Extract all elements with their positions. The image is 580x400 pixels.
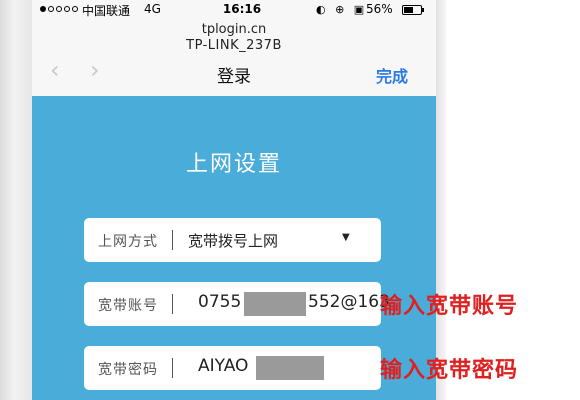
field-divider: [172, 230, 173, 250]
phone-bezel-right: [436, 0, 446, 400]
dropdown-arrow-icon[interactable]: ▼: [342, 232, 350, 243]
password-field[interactable]: 宽带密码 AIYAO: [84, 346, 381, 390]
account-field[interactable]: 宽带账号 0755 552@163: [84, 282, 390, 326]
field-divider: [172, 294, 173, 314]
battery-level: [404, 7, 413, 13]
nav-title: 登录: [217, 67, 251, 87]
battery-icon: [402, 5, 424, 15]
status-bar: 中国联通 4G 16:16 ◐ ⊕ ▣ 56%: [32, 0, 436, 20]
connection-type-value: 宽带拨号上网: [188, 232, 279, 250]
address-bar-url[interactable]: tplogin.cn: [32, 22, 436, 37]
password-annotation: 输入宽带密码: [380, 358, 519, 383]
account-annotation: 输入宽带账号: [380, 294, 519, 319]
phone-screen: 中国联通 4G 16:16 ◐ ⊕ ▣ 56% tplogin.cn TP-LI…: [32, 0, 436, 400]
account-label: 宽带账号: [98, 298, 158, 314]
back-icon[interactable]: ‹: [50, 56, 60, 84]
forward-icon[interactable]: ›: [90, 56, 100, 84]
settings-title: 上网设置: [185, 152, 282, 177]
carrier-name: 中国联通: [82, 4, 131, 18]
password-label: 宽带密码: [98, 362, 158, 378]
done-button[interactable]: 完成: [376, 63, 408, 87]
status-indicator-icons: ◐ ⊕ ▣: [316, 3, 368, 16]
settings-panel: 上网设置 上网方式 宽带拨号上网 ▼ 宽带账号 0755 552@163 宽带密…: [32, 96, 436, 400]
password-value-start: AIYAO: [198, 356, 249, 376]
field-divider: [172, 358, 173, 378]
battery-percentage: 56%: [366, 2, 393, 16]
network-type: 4G: [144, 2, 161, 16]
connection-type-select[interactable]: 上网方式 宽带拨号上网 ▼: [84, 218, 381, 262]
account-value-start: 0755: [198, 292, 242, 312]
account-redaction: [244, 292, 306, 316]
phone-bezel-left: [0, 0, 32, 400]
page-margin-right: [436, 0, 580, 400]
page-heading: TP-LINK_237B: [186, 38, 282, 53]
password-redaction: [256, 356, 324, 380]
account-value-end: 552@163: [308, 292, 390, 312]
signal-strength-icon: [40, 6, 78, 12]
status-time: 16:16: [222, 2, 262, 16]
connection-type-label: 上网方式: [98, 234, 158, 250]
